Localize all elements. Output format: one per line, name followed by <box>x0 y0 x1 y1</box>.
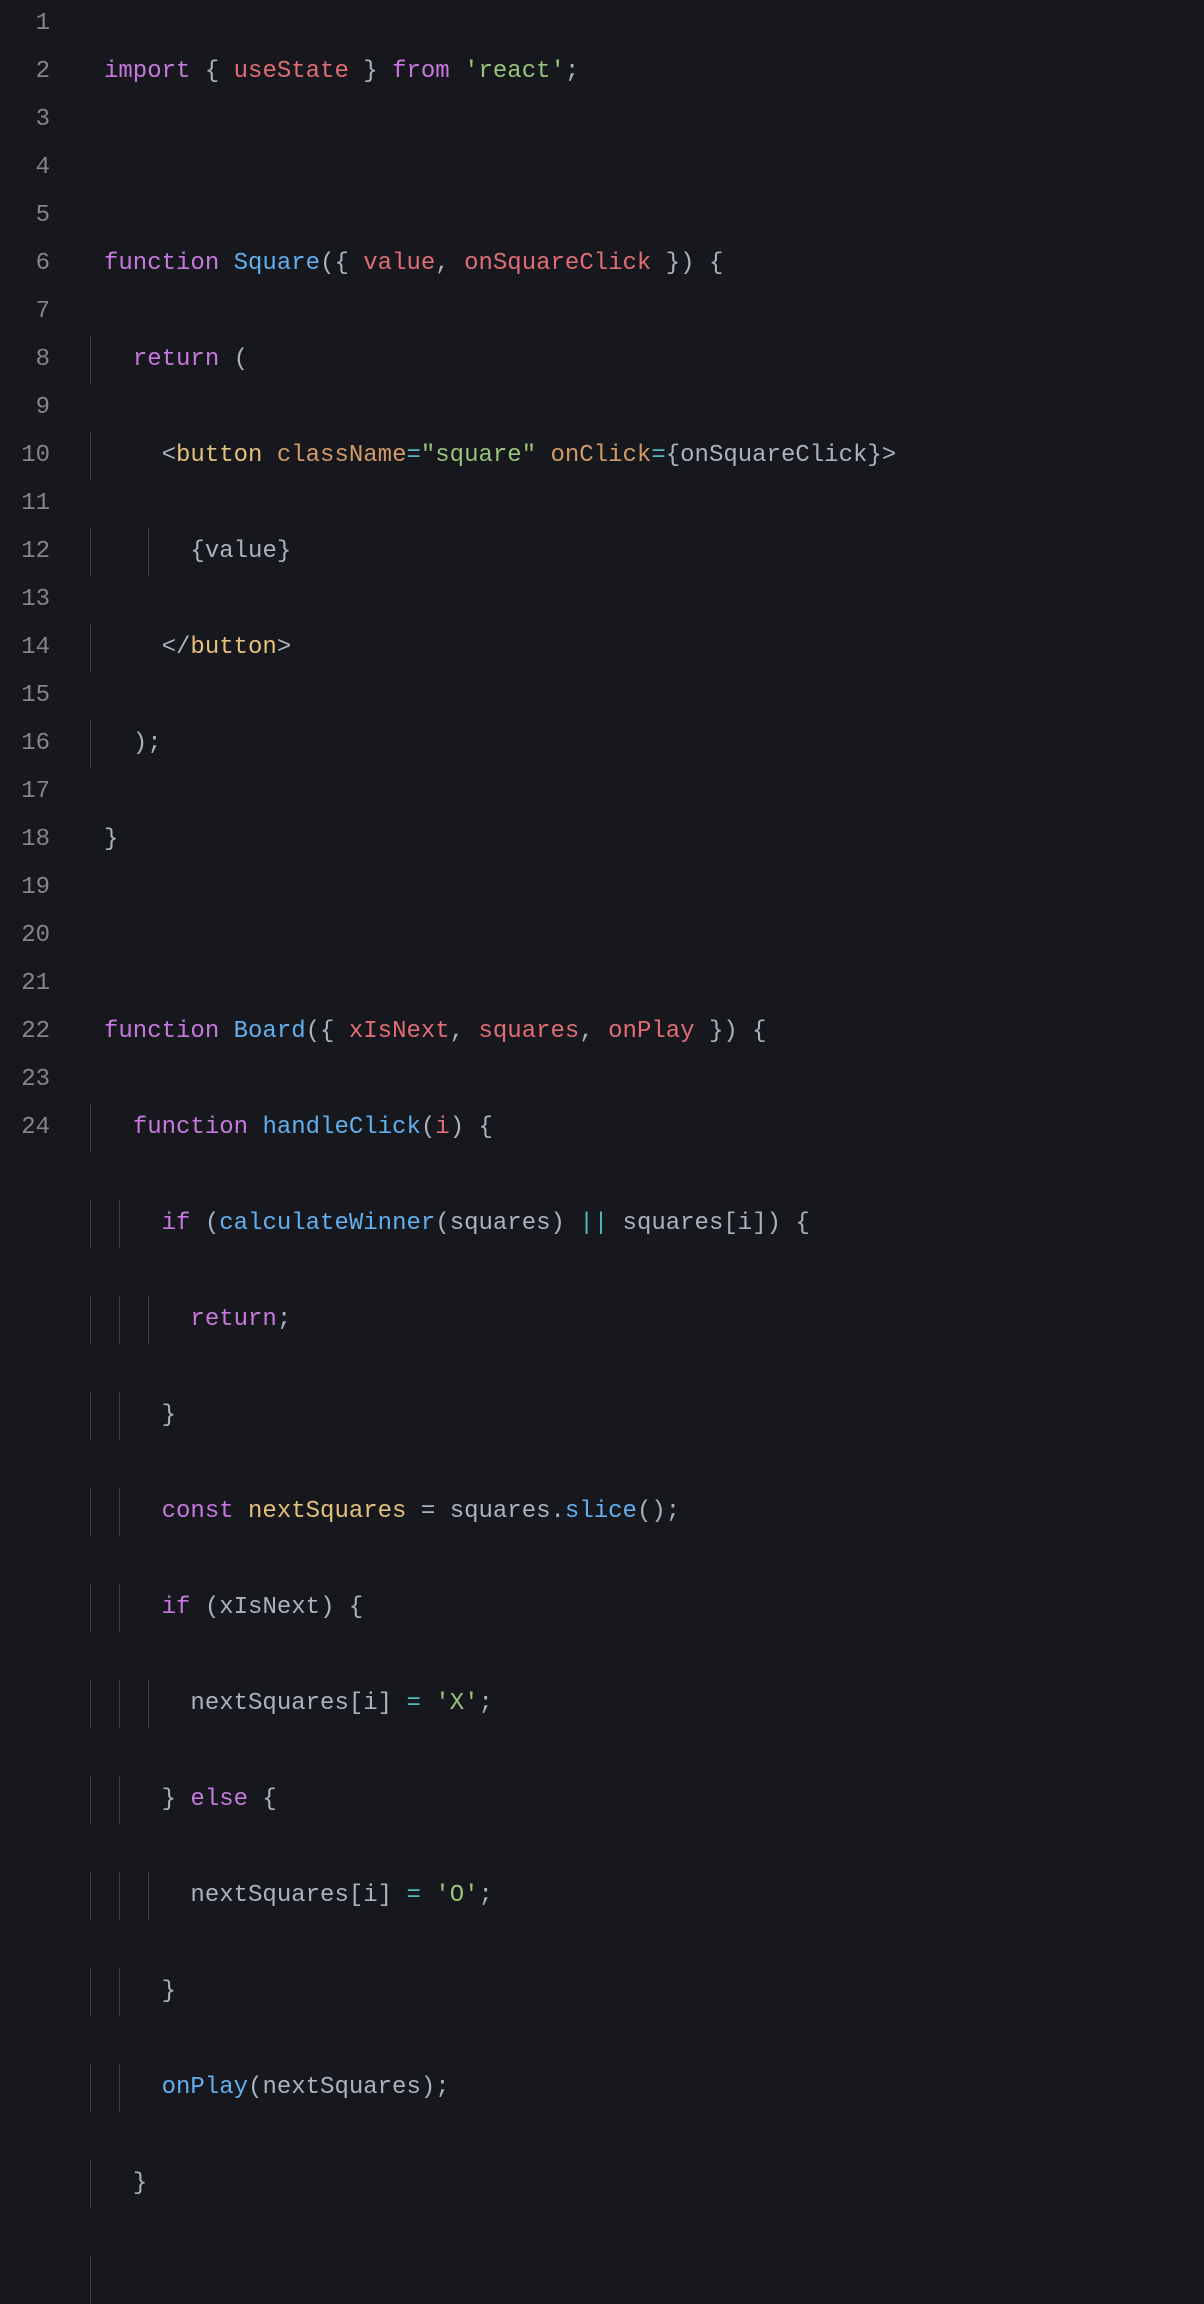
code-line[interactable]: return ( <box>104 336 1204 384</box>
line-number: 5 <box>0 192 50 240</box>
line-number-gutter: 1 2 3 4 5 6 7 8 9 10 11 12 13 14 15 16 1… <box>0 0 64 2304</box>
code-line[interactable]: function Board({ xIsNext, squares, onPla… <box>104 1008 1204 1056</box>
code-line[interactable]: } else { <box>104 1776 1204 1824</box>
line-number: 21 <box>0 960 50 1008</box>
line-number: 23 <box>0 1056 50 1104</box>
code-line[interactable]: onPlay(nextSquares); <box>104 2064 1204 2112</box>
line-number: 16 <box>0 720 50 768</box>
line-number: 1 <box>0 0 50 48</box>
code-line[interactable]: import { useState } from 'react'; <box>104 48 1204 96</box>
code-line[interactable]: function Square({ value, onSquareClick }… <box>104 240 1204 288</box>
line-number: 14 <box>0 624 50 672</box>
line-number: 24 <box>0 1104 50 1152</box>
code-line[interactable]: } <box>104 1392 1204 1440</box>
code-editor[interactable]: 1 2 3 4 5 6 7 8 9 10 11 12 13 14 15 16 1… <box>0 0 1204 2304</box>
line-number: 9 <box>0 384 50 432</box>
line-number: 4 <box>0 144 50 192</box>
code-line[interactable]: } <box>104 2160 1204 2208</box>
code-line[interactable]: nextSquares[i] = 'X'; <box>104 1680 1204 1728</box>
code-line[interactable]: } <box>104 1968 1204 2016</box>
line-number: 18 <box>0 816 50 864</box>
line-number: 17 <box>0 768 50 816</box>
line-number: 2 <box>0 48 50 96</box>
line-number: 11 <box>0 480 50 528</box>
line-number: 6 <box>0 240 50 288</box>
code-line[interactable]: {value} <box>104 528 1204 576</box>
line-number: 3 <box>0 96 50 144</box>
code-line[interactable]: <button className="square" onClick={onSq… <box>104 432 1204 480</box>
line-number: 20 <box>0 912 50 960</box>
code-line[interactable]: ); <box>104 720 1204 768</box>
line-number: 15 <box>0 672 50 720</box>
code-line[interactable] <box>104 912 1204 960</box>
line-number: 22 <box>0 1008 50 1056</box>
code-line[interactable]: if (xIsNext) { <box>104 1584 1204 1632</box>
code-line[interactable]: nextSquares[i] = 'O'; <box>104 1872 1204 1920</box>
line-number: 12 <box>0 528 50 576</box>
code-content[interactable]: import { useState } from 'react'; functi… <box>64 0 1204 2304</box>
line-number: 8 <box>0 336 50 384</box>
line-number: 19 <box>0 864 50 912</box>
line-number: 13 <box>0 576 50 624</box>
code-line[interactable]: if (calculateWinner(squares) || squares[… <box>104 1200 1204 1248</box>
code-line[interactable]: } <box>104 816 1204 864</box>
code-line[interactable]: return; <box>104 1296 1204 1344</box>
code-line[interactable] <box>104 144 1204 192</box>
line-number: 7 <box>0 288 50 336</box>
line-number: 10 <box>0 432 50 480</box>
code-line[interactable]: </button> <box>104 624 1204 672</box>
code-line[interactable]: function handleClick(i) { <box>104 1104 1204 1152</box>
code-line[interactable]: const nextSquares = squares.slice(); <box>104 1488 1204 1536</box>
code-line[interactable] <box>104 2256 1204 2304</box>
